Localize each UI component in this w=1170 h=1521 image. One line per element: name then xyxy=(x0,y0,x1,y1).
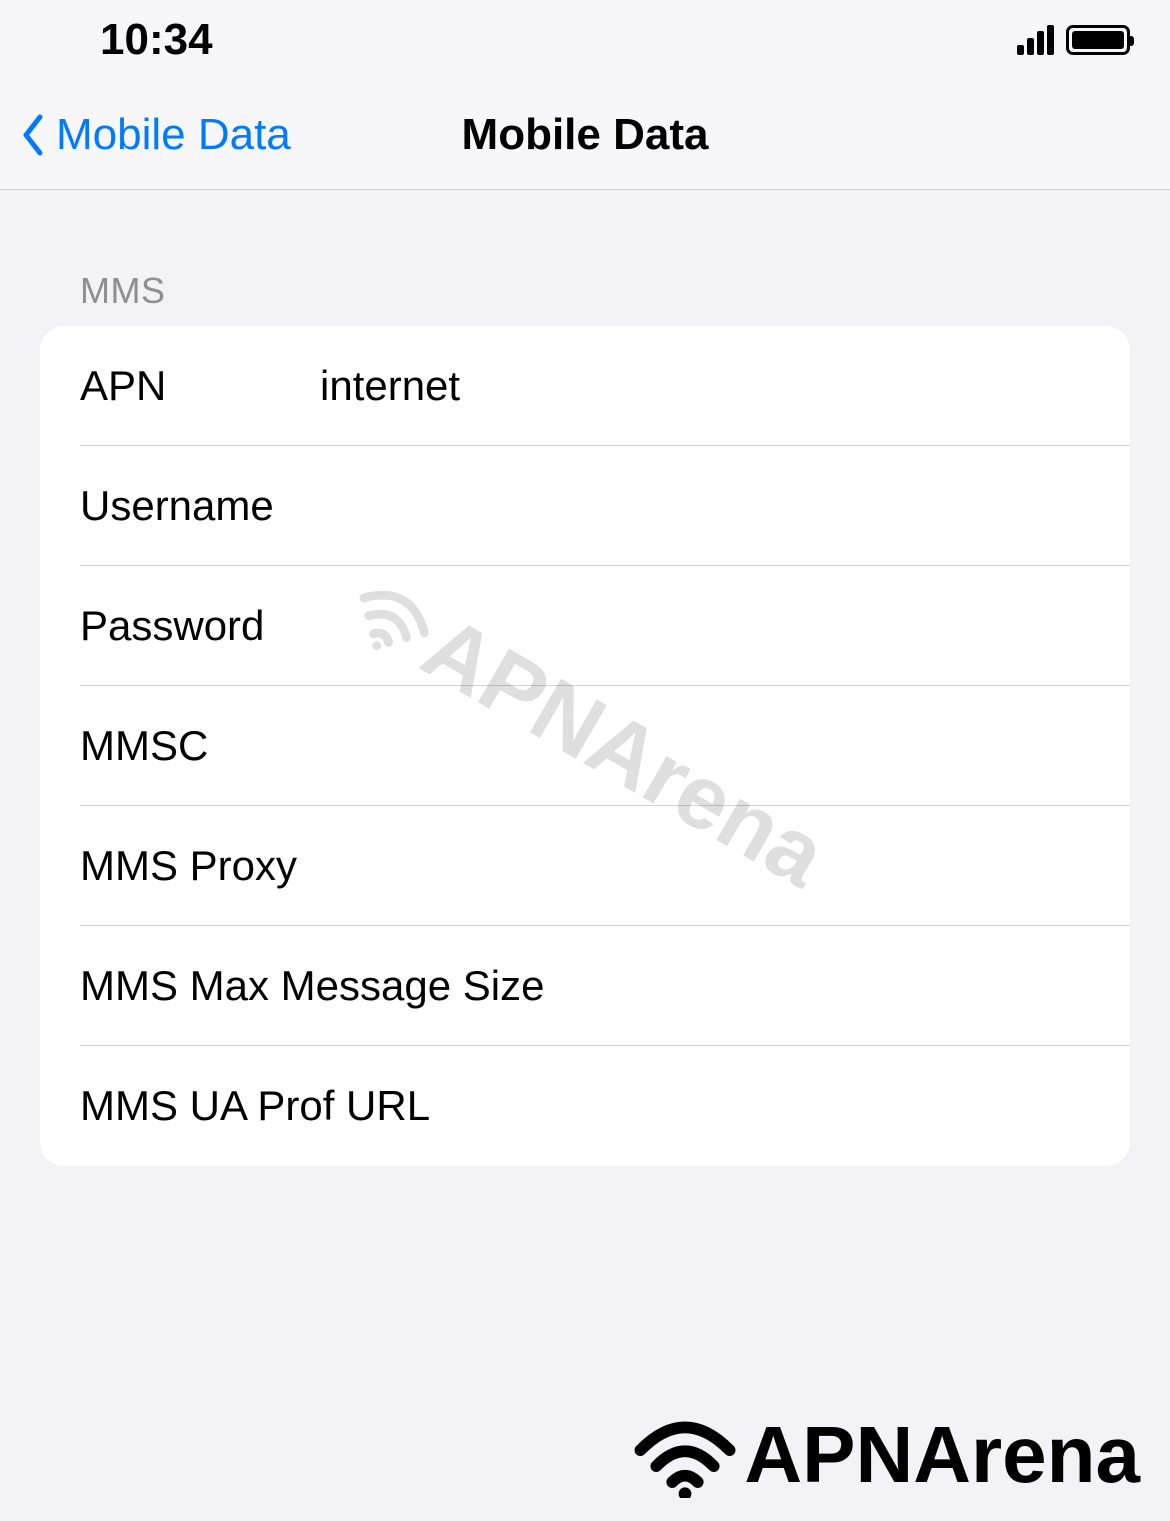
label-mmsc: MMSC xyxy=(80,722,320,770)
cellular-signal-icon xyxy=(1017,25,1054,55)
row-password[interactable]: Password xyxy=(40,566,1130,686)
watermark-bottom: APNArena xyxy=(630,1409,1140,1501)
back-button[interactable]: Mobile Data xyxy=(20,110,291,160)
status-time: 10:34 xyxy=(100,15,213,65)
page-title: Mobile Data xyxy=(462,110,709,160)
row-mmsc[interactable]: MMSC xyxy=(40,686,1130,806)
watermark-text: APNArena xyxy=(744,1409,1140,1501)
input-mms-proxy[interactable] xyxy=(320,842,1090,890)
label-password: Password xyxy=(80,602,320,650)
input-mmsc[interactable] xyxy=(320,722,1090,770)
row-apn[interactable]: APN xyxy=(40,326,1130,446)
label-username: Username xyxy=(80,482,320,530)
status-bar: 10:34 xyxy=(0,0,1170,80)
label-apn: APN xyxy=(80,362,320,410)
input-mms-max-size[interactable] xyxy=(544,962,1090,1010)
back-label: Mobile Data xyxy=(56,110,291,160)
input-username[interactable] xyxy=(320,482,1090,530)
label-mms-ua-prof: MMS UA Prof URL xyxy=(80,1082,430,1130)
label-mms-proxy: MMS Proxy xyxy=(80,842,320,890)
wifi-icon xyxy=(630,1413,740,1498)
input-apn[interactable] xyxy=(320,362,1090,410)
battery-icon xyxy=(1066,25,1130,55)
label-mms-max-size: MMS Max Message Size xyxy=(80,962,544,1010)
section-header-mms: MMS xyxy=(40,270,1130,326)
row-username[interactable]: Username xyxy=(40,446,1130,566)
row-mms-proxy[interactable]: MMS Proxy xyxy=(40,806,1130,926)
row-mms-max-size[interactable]: MMS Max Message Size xyxy=(40,926,1130,1046)
content-area: MMS APN Username Password MMSC MMS Proxy… xyxy=(0,190,1170,1166)
row-mms-ua-prof[interactable]: MMS UA Prof URL xyxy=(40,1046,1130,1166)
settings-group-mms: APN Username Password MMSC MMS Proxy MMS… xyxy=(40,326,1130,1166)
input-mms-ua-prof[interactable] xyxy=(430,1082,1090,1130)
navigation-bar: Mobile Data Mobile Data xyxy=(0,80,1170,190)
chevron-left-icon xyxy=(20,113,44,157)
input-password[interactable] xyxy=(320,602,1090,650)
status-indicators xyxy=(1017,25,1130,55)
